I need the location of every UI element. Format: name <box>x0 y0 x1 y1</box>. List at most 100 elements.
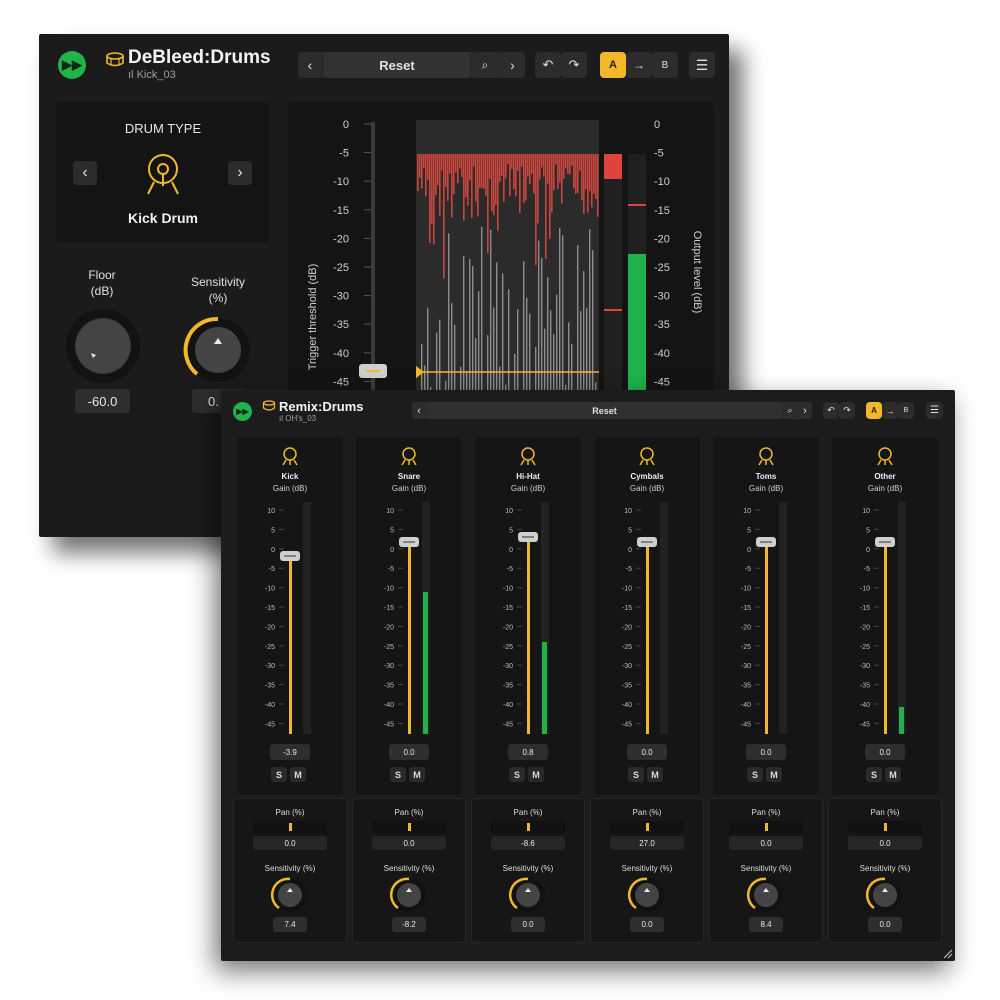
channel-meter <box>779 502 787 734</box>
mute-button[interactable]: M <box>766 767 782 782</box>
sensitivity-knob[interactable] <box>627 875 667 915</box>
drum-logo-icon <box>106 52 124 67</box>
solo-button[interactable]: S <box>390 767 406 782</box>
preset-search-button[interactable]: ⌕ <box>783 402 797 419</box>
bleed-spectrum-bar <box>533 154 535 194</box>
bleed-spectrum-bar <box>595 154 597 199</box>
ab-b-button[interactable]: B <box>652 52 678 78</box>
resize-handle-icon[interactable] <box>943 949 953 959</box>
bleed-spectrum-bar <box>449 154 451 174</box>
bleed-spectrum-bar <box>435 154 437 195</box>
ab-a-button[interactable]: A <box>600 52 626 78</box>
channel-gain-unit: Gain (dB) <box>867 484 903 493</box>
pan-value[interactable]: 27.0 <box>610 836 684 850</box>
ab-copy-button[interactable]: → <box>626 52 652 78</box>
fader-tick-label: 0 <box>390 547 394 554</box>
bleed-spectrum-bar <box>489 154 491 179</box>
bleed-spectrum-bar <box>457 154 459 184</box>
pan-value[interactable]: -8.6 <box>491 836 565 850</box>
sensitivity-knob[interactable] <box>182 314 254 386</box>
gain-fader[interactable]: 10 5 0 -5 -10 -15 -20 -25 -30 -35 -40 -45 <box>832 502 938 742</box>
gain-fader[interactable]: 10 5 0 -5 -10 -15 -20 -25 -30 -35 -40 -45 <box>713 502 819 742</box>
solo-button[interactable]: S <box>866 767 882 782</box>
play-bypass-button[interactable]: ▶▶ <box>233 402 252 421</box>
pan-value[interactable]: 0.0 <box>372 836 446 850</box>
sensitivity-knob[interactable] <box>746 875 786 915</box>
gain-fader[interactable]: 10 5 0 -5 -10 -15 -20 -25 -30 -35 -40 -45 <box>594 502 700 742</box>
gain-fader[interactable]: 10 5 0 -5 -10 -15 -20 -25 -30 -35 -40 -45 <box>475 502 581 742</box>
pan-value[interactable]: 0.0 <box>729 836 803 850</box>
solo-button[interactable]: S <box>747 767 763 782</box>
sensitivity-value[interactable]: 0.0 <box>868 917 902 932</box>
undo-button[interactable]: ↶ <box>823 402 839 419</box>
drum-type-next-button[interactable]: › <box>228 161 252 185</box>
gain-value[interactable]: 0.0 <box>865 744 905 760</box>
play-bypass-button[interactable]: ▶▶ <box>58 51 86 79</box>
search-icon: ⌕ <box>481 57 489 72</box>
fader-tick-label: -30 <box>622 663 632 670</box>
preset-prev-button[interactable]: ‹ <box>412 402 426 419</box>
sensitivity-unit-label: (%) <box>208 291 228 305</box>
gain-fader[interactable]: 10 5 0 -5 -10 -15 -20 -25 -30 -35 -40 -45 <box>356 502 462 742</box>
preset-search-button[interactable]: ⌕ <box>472 52 498 78</box>
gain-fader[interactable]: 10 5 0 -5 -10 -15 -20 -25 -30 -35 -40 -45 <box>237 502 343 742</box>
redo-button[interactable]: ↷ <box>839 402 855 419</box>
sensitivity-knob[interactable] <box>389 875 429 915</box>
bleed-spectrum-bar <box>585 154 587 190</box>
ab-copy-button[interactable]: → <box>882 402 898 419</box>
gain-value[interactable]: -3.9 <box>270 744 310 760</box>
pan-label: Pan (%) <box>513 808 543 817</box>
bleed-spectrum-bar <box>509 154 511 197</box>
ab-b-button[interactable]: B <box>898 402 914 419</box>
menu-button[interactable]: ☰ <box>926 402 943 419</box>
pan-value[interactable]: 0.0 <box>848 836 922 850</box>
mute-button[interactable]: M <box>409 767 425 782</box>
mute-button[interactable]: M <box>885 767 901 782</box>
threshold-tick-label: 0 <box>343 119 349 131</box>
fader-tick-label: -15 <box>265 605 275 612</box>
pan-indicator <box>765 823 768 831</box>
solo-button[interactable]: S <box>628 767 644 782</box>
solo-button[interactable]: S <box>509 767 525 782</box>
ab-a-button[interactable]: A <box>866 402 882 419</box>
floor-knob[interactable] <box>63 306 143 386</box>
sensitivity-value[interactable]: 8.4 <box>749 917 783 932</box>
undo-button[interactable]: ↶ <box>535 52 561 78</box>
preset-next-button[interactable]: › <box>500 52 525 78</box>
pan-value[interactable]: 0.0 <box>253 836 327 850</box>
mute-button[interactable]: M <box>528 767 544 782</box>
sensitivity-knob[interactable] <box>865 875 905 915</box>
preset-name-button[interactable]: Reset <box>427 402 782 419</box>
mute-button[interactable]: M <box>290 767 306 782</box>
floor-label: Floor <box>88 268 116 282</box>
fader-tick-label: -35 <box>503 683 513 690</box>
gain-value[interactable]: 0.0 <box>389 744 429 760</box>
menu-button[interactable]: ☰ <box>689 52 715 78</box>
preset-next-button[interactable]: › <box>798 402 812 419</box>
floor-value[interactable]: -60.0 <box>75 389 130 413</box>
drum-type-prev-button[interactable]: ‹ <box>73 161 97 185</box>
fader-tick-label: -40 <box>503 702 513 709</box>
preset-name-button[interactable]: Reset <box>324 52 470 78</box>
sensitivity-knob[interactable] <box>508 875 548 915</box>
preset-prev-button[interactable]: ‹ <box>298 52 322 78</box>
sensitivity-value[interactable]: 7.4 <box>273 917 307 932</box>
sensitivity-value[interactable]: 0.0 <box>511 917 545 932</box>
fader-tick-label: -30 <box>860 663 870 670</box>
bleed-spectrum-bar <box>467 154 469 206</box>
bleed-spectrum-bar <box>579 154 581 171</box>
sensitivity-knob[interactable] <box>270 875 310 915</box>
mute-button[interactable]: M <box>647 767 663 782</box>
sensitivity-value[interactable]: -8.2 <box>392 917 426 932</box>
gain-value[interactable]: 0.0 <box>627 744 667 760</box>
threshold-tick-label: -5 <box>339 148 349 160</box>
gain-value[interactable]: 0.0 <box>746 744 786 760</box>
sensitivity-value[interactable]: 0.0 <box>630 917 664 932</box>
bleed-spectrum-bar <box>505 154 507 179</box>
gain-value[interactable]: 0.8 <box>508 744 548 760</box>
bleed-spectrum-bar <box>519 154 521 214</box>
redo-button[interactable]: ↷ <box>561 52 587 78</box>
solo-button[interactable]: S <box>271 767 287 782</box>
threshold-tick-label: -10 <box>333 176 349 188</box>
chevron-right-icon: › <box>237 164 243 181</box>
